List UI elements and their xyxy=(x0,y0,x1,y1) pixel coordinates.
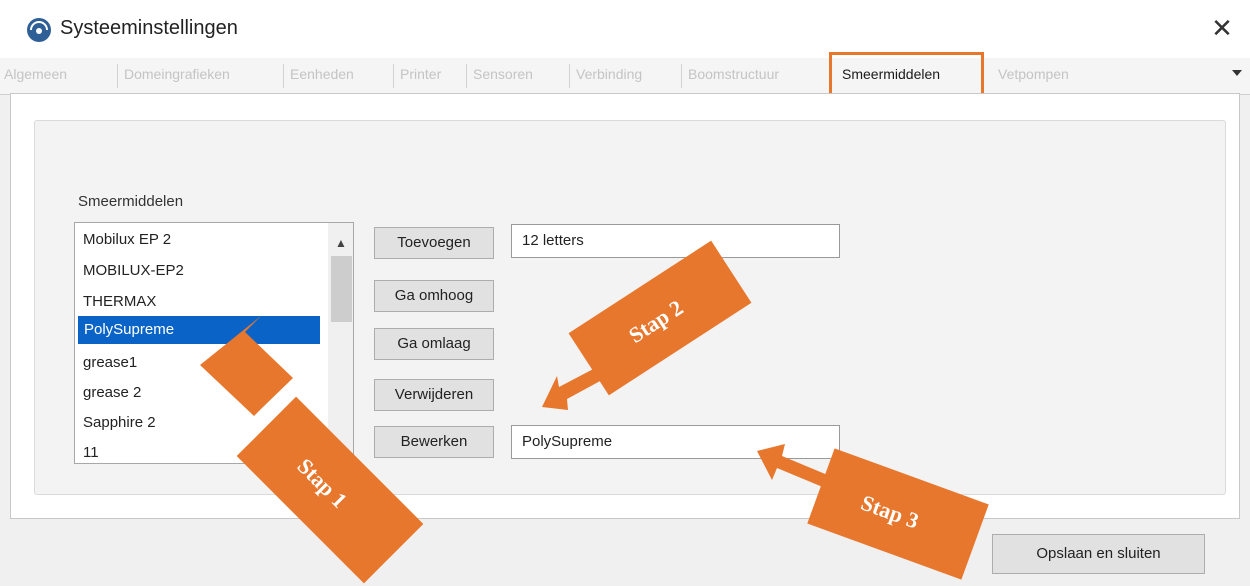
list-item[interactable]: 11 xyxy=(83,444,99,461)
tab-separator xyxy=(681,64,682,88)
tab-separator xyxy=(117,64,118,88)
list-item[interactable]: Mobilux EP 2 xyxy=(83,231,171,248)
tab-eenheden[interactable]: Eenheden xyxy=(290,66,354,82)
window-title: Systeeminstellingen xyxy=(60,17,238,39)
list-item[interactable]: MOBILUX-EP2 xyxy=(83,262,184,279)
list-item-selected[interactable]: PolySupreme xyxy=(84,321,174,338)
edit-button[interactable]: Bewerken xyxy=(374,426,494,458)
group-label: Smeermiddelen xyxy=(78,193,184,210)
tab-printer[interactable]: Printer xyxy=(400,66,441,82)
tab-overflow-arrow-icon[interactable] xyxy=(1232,70,1242,76)
tab-domeingrafieken[interactable]: Domeingrafieken xyxy=(124,66,230,82)
tab-separator xyxy=(283,64,284,88)
app-logo-icon xyxy=(27,18,51,42)
move-down-button[interactable]: Ga omlaag xyxy=(374,328,494,360)
tab-separator xyxy=(466,64,467,88)
tab-boomstructuur[interactable]: Boomstructuur xyxy=(688,66,779,82)
add-button[interactable]: Toevoegen xyxy=(374,227,494,259)
scroll-thumb[interactable] xyxy=(331,256,352,322)
tab-algemeen[interactable]: Algemeen xyxy=(4,66,67,82)
list-item[interactable]: grease 2 xyxy=(83,384,141,401)
add-input[interactable]: 12 letters xyxy=(511,224,840,258)
tab-separator xyxy=(569,64,570,88)
close-icon[interactable]: ✕ xyxy=(1205,10,1239,46)
list-item[interactable]: grease1 xyxy=(83,354,137,371)
tab-vetpompen[interactable]: Vetpompen xyxy=(998,66,1069,82)
scroll-up-icon[interactable]: ▲ xyxy=(335,236,347,250)
remove-button[interactable]: Verwijderen xyxy=(374,379,494,411)
tab-sensoren[interactable]: Sensoren xyxy=(473,66,533,82)
tab-verbinding[interactable]: Verbinding xyxy=(576,66,642,82)
save-and-close-button[interactable]: Opslaan en sluiten xyxy=(992,534,1205,574)
list-item[interactable]: THERMAX xyxy=(83,293,156,310)
tab-separator xyxy=(393,64,394,88)
edit-input[interactable]: PolySupreme xyxy=(511,425,840,459)
list-item[interactable]: Sapphire 2 xyxy=(83,414,156,431)
move-up-button[interactable]: Ga omhoog xyxy=(374,280,494,312)
